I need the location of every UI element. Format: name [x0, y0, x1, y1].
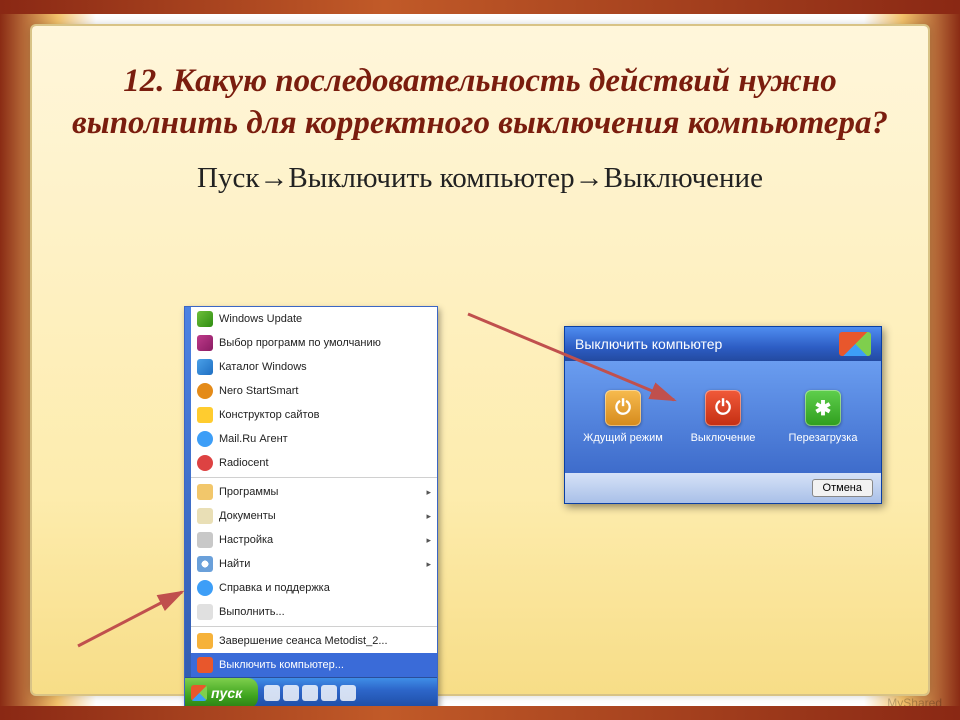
start-menu-item[interactable]: Справка и поддержка — [191, 576, 437, 600]
start-menu-item-label: Выбор программ по умолчанию — [219, 337, 381, 349]
start-menu-item-label: Выполнить... — [219, 606, 285, 618]
slide: 12. Какую последовательность действий ну… — [32, 26, 928, 694]
start-menu-item[interactable]: Найти ▸ — [191, 552, 437, 576]
windows-flag-icon — [839, 332, 871, 356]
start-menu-item[interactable]: Windows Update — [191, 307, 437, 331]
start-menu-item-label: Программы — [219, 486, 278, 498]
catalog-icon — [197, 359, 213, 375]
start-menu-item-label: Документы — [219, 510, 276, 522]
answer-text: Пуск→Выключить компьютер→Выключение — [68, 162, 892, 195]
start-menu-items: Windows Update Выбор программ по умолчани… — [191, 307, 437, 677]
slide-frame: 12. Какую последовательность действий ну… — [0, 0, 960, 720]
shutdown-option-label: Ждущий режим — [583, 432, 663, 444]
start-menu-item[interactable]: Выполнить... — [191, 600, 437, 624]
mailru-icon — [197, 431, 213, 447]
question-heading: 12. Какую последовательность действий ну… — [68, 60, 892, 144]
start-menu-item[interactable]: Nero StartSmart — [191, 379, 437, 403]
radio-icon — [197, 455, 213, 471]
start-menu-item-label: Настройка — [219, 534, 273, 546]
start-menu-item[interactable]: Документы ▸ — [191, 504, 437, 528]
start-menu-item-label: Windows Update — [219, 313, 302, 325]
start-menu-item[interactable]: Программы ▸ — [191, 480, 437, 504]
menu-separator — [191, 477, 437, 478]
submenu-arrow-icon: ▸ — [426, 511, 431, 522]
defprog-icon — [197, 335, 213, 351]
start-menu-item[interactable]: Настройка ▸ — [191, 528, 437, 552]
start-menu-item[interactable]: Конструктор сайтов — [191, 403, 437, 427]
logoff-icon — [197, 633, 213, 649]
start-menu-item-label: Radiocent — [219, 457, 269, 469]
shutdown-option-label: Перезагрузка — [789, 432, 858, 444]
start-button-label: пуск — [211, 685, 242, 701]
docs-icon — [197, 508, 213, 524]
search-icon — [197, 556, 213, 572]
quick-launch — [258, 685, 362, 701]
start-menu-item-label: Mail.Ru Агент — [219, 433, 288, 445]
sites-icon — [197, 407, 213, 423]
start-menu-item-label: Выключить компьютер... — [219, 659, 344, 671]
start-menu-item[interactable]: Mail.Ru Агент — [191, 427, 437, 451]
update-icon — [197, 311, 213, 327]
quick-launch-icon[interactable] — [264, 685, 280, 701]
start-menu-item[interactable]: Выбор программ по умолчанию — [191, 331, 437, 355]
taskbar: пуск — [185, 677, 437, 708]
shutdown-icon — [197, 657, 213, 673]
start-menu: Windows Update Выбор программ по умолчани… — [184, 306, 438, 709]
restart-icon: ✱ — [805, 390, 841, 426]
start-menu-item-label: Справка и поддержка — [219, 582, 330, 594]
help-icon — [197, 580, 213, 596]
settings-icon — [197, 532, 213, 548]
start-menu-item[interactable]: Выключить компьютер... — [191, 653, 437, 677]
start-menu-item-label: Завершение сеанса Metodist_2... — [219, 635, 388, 647]
start-menu-item[interactable]: Каталог Windows — [191, 355, 437, 379]
submenu-arrow-icon: ▸ — [426, 559, 431, 570]
start-menu-item[interactable]: Radiocent — [191, 451, 437, 475]
shutdown-option-restart[interactable]: ✱ Перезагрузка — [778, 390, 868, 444]
signature: MyShared — [887, 696, 942, 710]
quick-launch-icon[interactable] — [283, 685, 299, 701]
quick-launch-icon[interactable] — [321, 685, 337, 701]
run-icon — [197, 604, 213, 620]
quick-launch-icon[interactable] — [340, 685, 356, 701]
off-icon: ⏻ — [705, 390, 741, 426]
arrow-to-dialog — [468, 314, 688, 414]
start-menu-item[interactable]: Завершение сеанса Metodist_2... — [191, 629, 437, 653]
start-menu-item-label: Каталог Windows — [219, 361, 307, 373]
quick-launch-icon[interactable] — [302, 685, 318, 701]
submenu-arrow-icon: ▸ — [426, 535, 431, 546]
start-menu-item-label: Найти — [219, 558, 250, 570]
progs-icon — [197, 484, 213, 500]
menu-separator — [191, 626, 437, 627]
nero-icon — [197, 383, 213, 399]
arrow-to-startmenu — [78, 586, 198, 656]
start-button[interactable]: пуск — [185, 678, 258, 708]
shutdown-option-off[interactable]: ⏻ Выключение — [678, 390, 768, 444]
shutdown-option-label: Выключение — [691, 432, 756, 444]
dialog-footer: Отмена — [565, 473, 881, 503]
submenu-arrow-icon: ▸ — [426, 487, 431, 498]
start-menu-item-label: Конструктор сайтов — [219, 409, 319, 421]
start-menu-item-label: Nero StartSmart — [219, 385, 298, 397]
cancel-button[interactable]: Отмена — [812, 479, 873, 497]
